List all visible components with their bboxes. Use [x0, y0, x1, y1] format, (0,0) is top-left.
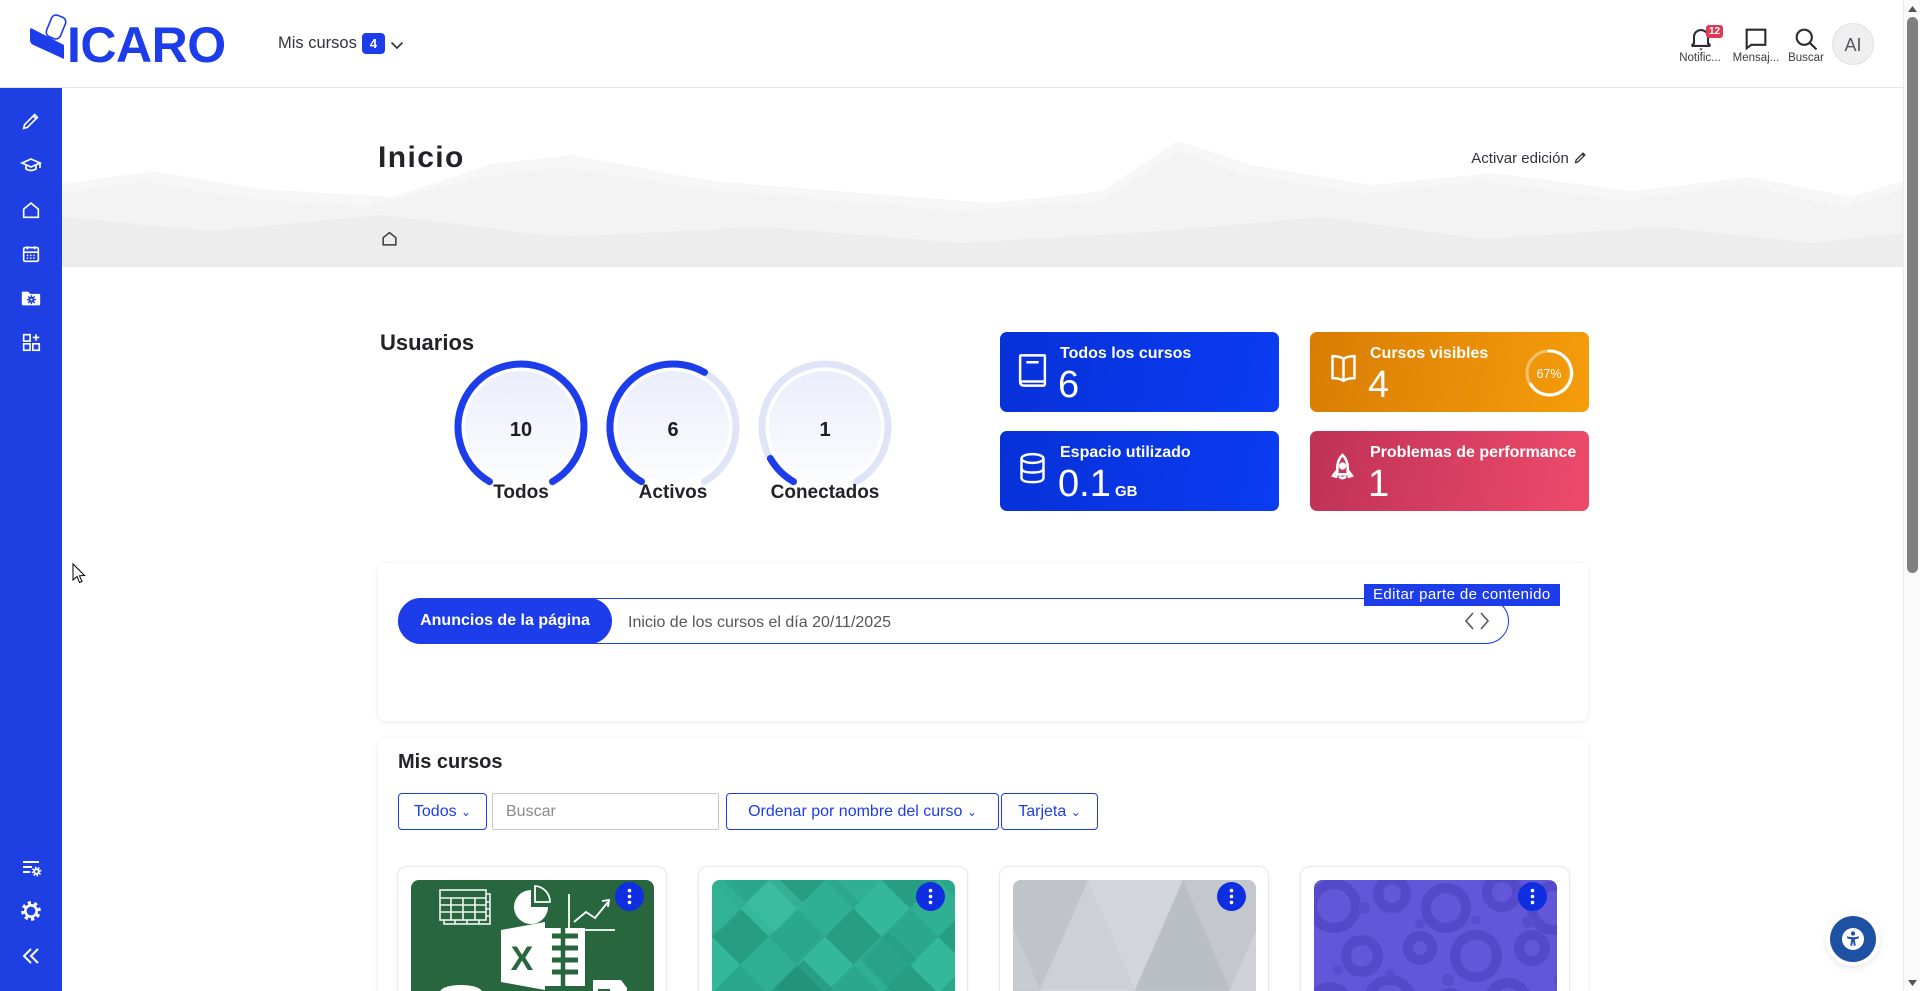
svg-text:X: X: [511, 940, 534, 978]
svg-text:ICARO: ICARO: [67, 17, 226, 73]
svg-text:67%: 67%: [1536, 367, 1561, 381]
